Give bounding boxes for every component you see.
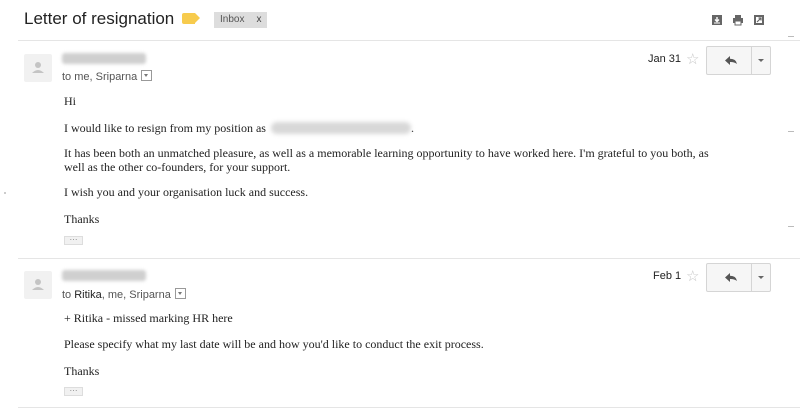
reply-button-group bbox=[706, 263, 771, 292]
message-greeting: Hi bbox=[64, 94, 76, 108]
position-redacted bbox=[270, 122, 411, 134]
message-line: well as the other co-founders, for your … bbox=[64, 160, 291, 174]
header-divider bbox=[18, 40, 800, 41]
message-signoff: Thanks bbox=[64, 364, 100, 378]
message-signoff: Thanks bbox=[64, 212, 100, 226]
to-emph: Ritika bbox=[74, 289, 102, 301]
sender-name-redacted bbox=[62, 270, 146, 281]
recipients-line: to Ritika, me, Sriparna bbox=[62, 288, 186, 301]
reply-button-group bbox=[706, 46, 771, 75]
print-icon[interactable] bbox=[732, 14, 744, 26]
label-tag-icon bbox=[182, 13, 200, 24]
thread-subject: Letter of resignation bbox=[24, 9, 175, 28]
show-details-dropdown[interactable] bbox=[141, 70, 153, 81]
message-line: I wish you and your organisation luck an… bbox=[64, 185, 309, 199]
reply-button[interactable] bbox=[707, 264, 751, 291]
message-divider bbox=[18, 407, 800, 408]
message-date: Jan 31 bbox=[648, 53, 682, 65]
to-prefix: to bbox=[62, 71, 75, 83]
inbox-label-chip[interactable]: Inbox x bbox=[214, 12, 268, 28]
message-line: I would like to resign from my position … bbox=[64, 121, 414, 136]
show-details-dropdown[interactable] bbox=[174, 288, 186, 299]
sender-avatar bbox=[24, 54, 52, 82]
message-line: + Ritika - missed marking HR here bbox=[64, 311, 233, 325]
inbox-label-text: Inbox bbox=[220, 14, 245, 25]
scroll-edge-mark bbox=[788, 131, 794, 132]
reply-arrow-icon bbox=[725, 273, 737, 282]
to-rest: , me, Sriparna bbox=[101, 289, 171, 301]
to-rest: me, Sriparna bbox=[74, 71, 138, 83]
margin-dot bbox=[4, 192, 6, 194]
message-line: It has been both an unmatched pleasure, … bbox=[64, 146, 709, 160]
remove-label-button[interactable]: x bbox=[256, 14, 261, 25]
download-icon[interactable] bbox=[711, 14, 723, 26]
show-trimmed-content-button[interactable]: ··· bbox=[64, 387, 83, 396]
message-line: Please specify what my last date will be… bbox=[64, 337, 484, 351]
person-icon bbox=[32, 62, 44, 73]
reply-arrow-icon bbox=[725, 56, 737, 65]
more-options-button[interactable] bbox=[752, 264, 770, 291]
message-date: Feb 1 bbox=[653, 270, 682, 282]
star-icon[interactable]: ☆ bbox=[686, 267, 699, 285]
line1-end: . bbox=[410, 121, 414, 135]
sender-name-redacted bbox=[62, 53, 146, 64]
recipients-line: to me, Sriparna bbox=[62, 70, 153, 83]
show-trimmed-content-button[interactable]: ··· bbox=[64, 236, 83, 245]
to-prefix: to bbox=[62, 289, 75, 301]
star-icon[interactable]: ☆ bbox=[686, 50, 699, 68]
scroll-edge-mark bbox=[788, 36, 794, 37]
reply-button[interactable] bbox=[707, 47, 751, 74]
person-icon bbox=[32, 279, 44, 290]
new-window-icon[interactable] bbox=[753, 14, 765, 26]
line1-text: I would like to resign from my position … bbox=[64, 121, 266, 135]
message-divider bbox=[18, 258, 800, 259]
scroll-edge-mark bbox=[788, 226, 794, 227]
sender-avatar bbox=[24, 271, 52, 299]
more-options-button[interactable] bbox=[752, 47, 770, 74]
